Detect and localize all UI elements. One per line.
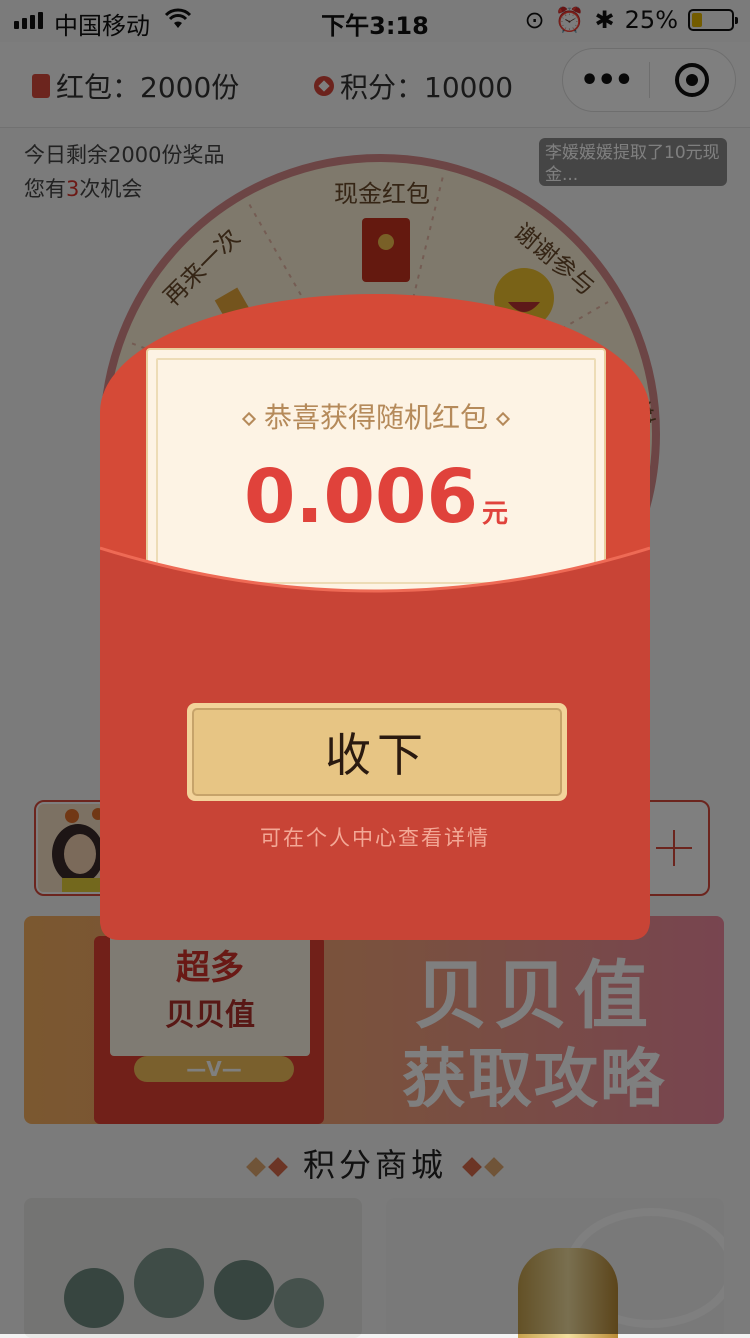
redpacket-modal: 恭喜获得随机红包 0.006 元 收下 可在个人中心查看详情 (100, 294, 650, 940)
details-hint: 可在个人中心查看详情 (260, 826, 490, 850)
collect-button[interactable]: 收下 (187, 703, 567, 801)
collect-button-label: 收下 (192, 708, 562, 796)
